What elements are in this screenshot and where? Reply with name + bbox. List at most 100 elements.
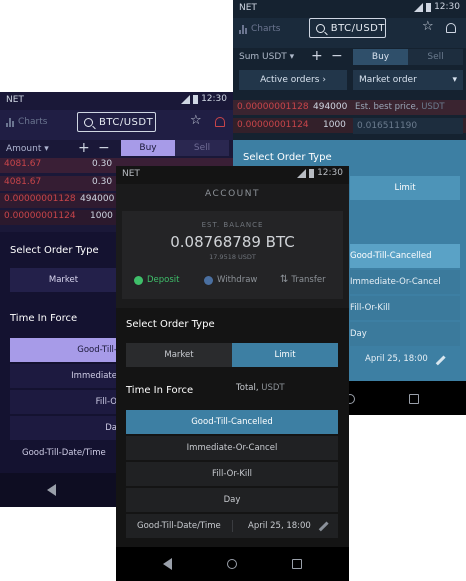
minus-button[interactable]: −: [98, 140, 110, 156]
transfer-button[interactable]: ⇅ Transfer: [280, 274, 326, 285]
balance-card: EST. BALANCE 0.08768789 BTC 17.9518 USDT…: [122, 211, 343, 299]
sheet-title: Select Order Type: [126, 319, 215, 330]
amount-dropdown-label: Sum USDT: [239, 52, 287, 62]
order-price: 4081.67: [4, 177, 42, 187]
tif-option-selected[interactable]: Good-Till-Cancelled: [126, 410, 338, 434]
order-price: 0.00000001128: [4, 194, 76, 204]
amount-row: Amount ▾ + − Buy Sell: [0, 140, 233, 160]
tif-option[interactable]: Day: [126, 488, 338, 512]
signal-icon: [297, 168, 307, 178]
withdraw-icon: [204, 275, 213, 285]
pair-search[interactable]: BTC/USDT: [309, 18, 386, 38]
pair-label: BTC/USDT: [330, 22, 385, 34]
battery-icon: [193, 94, 199, 104]
minus-button[interactable]: −: [331, 48, 343, 64]
android-nav-bar: [116, 547, 349, 581]
limit-option[interactable]: Limit: [350, 176, 460, 200]
order-type-sheet: Select Order Type Market Limit Time In F…: [116, 308, 349, 547]
charts-tab-label: Charts: [251, 24, 281, 34]
recent-apps-icon[interactable]: [292, 559, 302, 569]
star-icon[interactable]: ☆: [422, 19, 434, 34]
date-value[interactable]: April 25, 18:00: [365, 354, 428, 364]
signal-icon: [181, 94, 191, 104]
signal-icon: [414, 2, 424, 12]
total-label: Total, USDT: [236, 383, 285, 393]
tif-option[interactable]: Immediate-Or-Cancel: [126, 436, 338, 460]
clock-label: 12:30: [434, 2, 460, 12]
total-unit: USDT: [261, 383, 285, 393]
order-amount: 0.30: [92, 159, 113, 169]
tif-option[interactable]: Da: [10, 416, 117, 440]
status-bar: NET 12:30: [116, 166, 349, 184]
order-price: 0.00000001124: [4, 211, 76, 221]
back-icon[interactable]: [163, 558, 172, 570]
balance-fiat: 17.9518 USDT: [209, 253, 256, 261]
limit-option[interactable]: Limit: [232, 343, 338, 367]
order-price: 4081.67: [4, 159, 42, 169]
carrier-label: NET: [239, 3, 257, 13]
tif-option-selected[interactable]: Good-Till-: [10, 338, 117, 362]
date-row[interactable]: Good-Till-Date/Time April 25, 18:00: [126, 514, 338, 538]
balance-caption: EST. BALANCE: [201, 221, 264, 229]
amount-dropdown-label: Amount: [6, 144, 42, 154]
tif-title: Time In Force: [126, 385, 194, 396]
tif-option[interactable]: Immediate-Or-Cancel: [350, 270, 460, 294]
home-icon[interactable]: [227, 559, 237, 569]
battery-icon: [426, 2, 432, 12]
charts-tab[interactable]: Charts: [6, 117, 47, 127]
market-option[interactable]: Market: [10, 268, 117, 292]
deposit-button[interactable]: Deposit: [134, 275, 180, 285]
tif-option[interactable]: Day: [350, 322, 460, 346]
buy-button[interactable]: Buy: [353, 49, 408, 65]
market-option[interactable]: Market: [126, 343, 232, 367]
star-icon[interactable]: ☆: [190, 113, 202, 128]
deposit-icon: [134, 275, 143, 285]
tif-option[interactable]: Fill-Or-Kill: [350, 296, 460, 320]
amount-dropdown[interactable]: Amount ▾: [6, 144, 49, 154]
tif-option[interactable]: Fill-Or-Kill: [126, 462, 338, 486]
charts-tab-label: Charts: [18, 117, 48, 127]
carrier-label: NET: [6, 95, 24, 105]
order-amount: 1000: [90, 211, 113, 221]
sell-button[interactable]: Sell: [175, 140, 229, 156]
order-amount: 1000: [323, 120, 346, 130]
transfer-icon: ⇅: [280, 274, 289, 285]
charts-tab[interactable]: Charts: [239, 24, 280, 34]
edit-icon[interactable]: [318, 521, 329, 532]
bell-icon[interactable]: [446, 23, 456, 33]
withdraw-button[interactable]: Withdraw: [204, 275, 257, 285]
status-bar: NET 12:30: [0, 92, 233, 110]
plus-button[interactable]: +: [78, 140, 90, 156]
sheet-title: Select Order Type: [10, 245, 99, 256]
sell-button[interactable]: Sell: [408, 49, 463, 65]
date-label[interactable]: Good-Till-Date/Time: [22, 448, 106, 458]
plus-button[interactable]: +: [311, 48, 323, 64]
balance-value: 0.08768789 BTC: [170, 233, 295, 251]
edit-icon[interactable]: [435, 355, 446, 366]
amount-dropdown[interactable]: Sum USDT ▾: [239, 52, 294, 62]
clock-label: 12:30: [201, 94, 227, 104]
tif-title: Time In Force: [10, 313, 78, 324]
order-price: 0.00000001124: [237, 120, 309, 130]
tif-option[interactable]: Fill-O: [10, 390, 117, 414]
date-label: Good-Till-Date/Time: [137, 521, 221, 531]
market-order-label: Market order: [359, 75, 417, 85]
tif-option[interactable]: Immediate: [10, 364, 117, 388]
pair-search[interactable]: BTC/USDT: [77, 112, 156, 132]
buy-button[interactable]: Buy: [121, 140, 175, 156]
order-price: 0.00000001128: [237, 102, 309, 112]
market-order-dropdown[interactable]: Market order ▾: [353, 70, 463, 90]
total-text: Total,: [236, 383, 259, 393]
trade-topbar: Charts BTC/USDT ☆: [233, 18, 466, 48]
active-orders-button[interactable]: Active orders ›: [239, 70, 347, 90]
order-amount: 494000: [80, 194, 115, 204]
back-icon[interactable]: [47, 484, 56, 496]
deposit-label: Deposit: [147, 275, 180, 285]
tif-option-selected[interactable]: Good-Till-Cancelled: [350, 244, 460, 268]
withdraw-label: Withdraw: [217, 275, 258, 285]
status-bar: NET 12:30: [233, 0, 466, 18]
carrier-label: NET: [122, 169, 140, 179]
recent-apps-icon[interactable]: [409, 394, 419, 404]
bell-icon[interactable]: [215, 117, 225, 127]
best-price-field[interactable]: 0.016511190: [353, 118, 463, 134]
